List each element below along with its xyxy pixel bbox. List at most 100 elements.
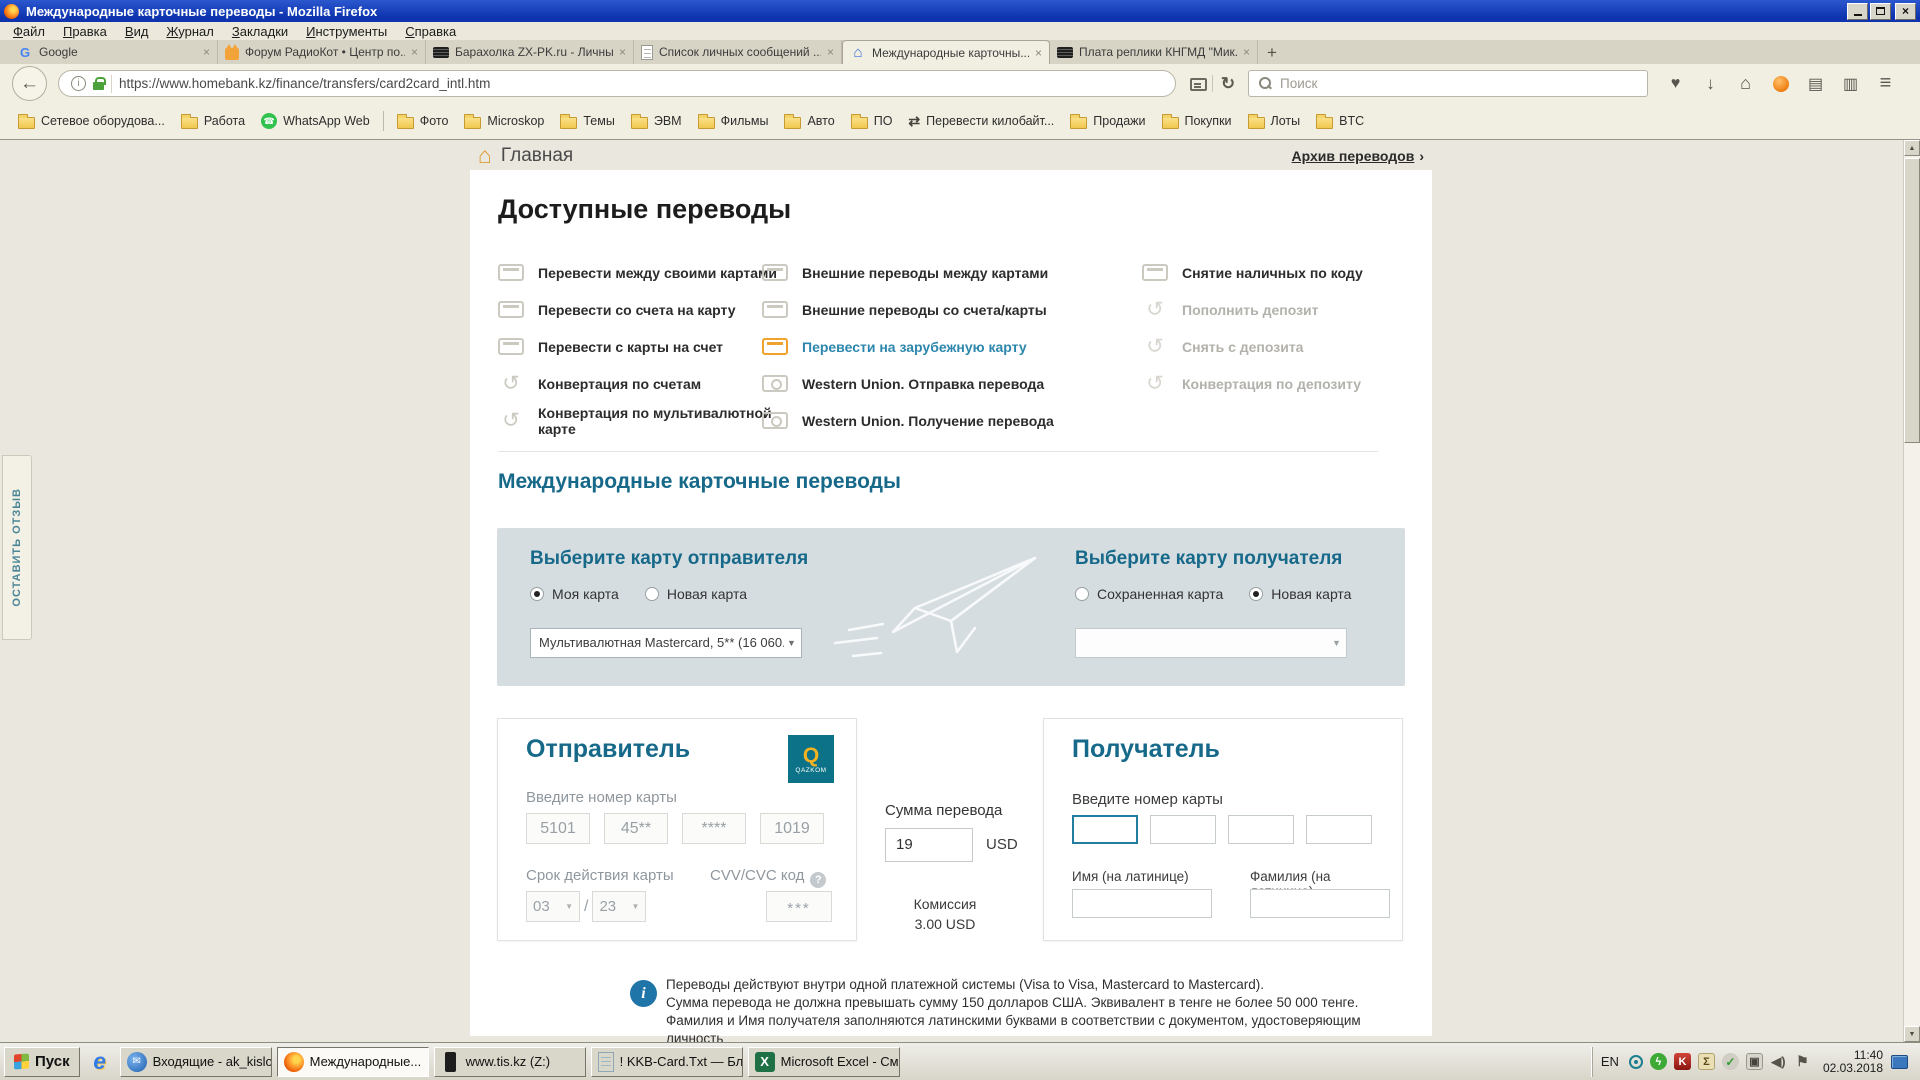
close-tab-icon[interactable]: ×: [1035, 46, 1042, 60]
transfer-link[interactable]: Внешние переводы между картами: [762, 254, 1132, 291]
transfer-link[interactable]: Перевести со счета на карту: [498, 291, 798, 328]
kaspersky-icon[interactable]: [1674, 1053, 1691, 1070]
page-info-icon[interactable]: [71, 76, 86, 91]
menu-item[interactable]: Правка: [54, 24, 116, 39]
new-tab-button[interactable]: +: [1258, 42, 1286, 64]
volume-icon[interactable]: [1770, 1053, 1787, 1070]
radio-button[interactable]: [530, 587, 544, 601]
back-button[interactable]: ←: [12, 66, 47, 101]
transfer-link[interactable]: Перевести с карты на счет: [498, 328, 798, 365]
breadcrumb[interactable]: Главная: [478, 142, 573, 169]
pocket-icon[interactable]: [1662, 70, 1689, 97]
sender-radio-option[interactable]: Новая карта: [645, 586, 747, 602]
bookmark-item[interactable]: Продажи: [1062, 112, 1153, 131]
transfer-link[interactable]: Снятие наличных по коду: [1142, 254, 1412, 291]
browser-tab[interactable]: Список личных сообщений ...×: [634, 40, 842, 64]
browser-tab[interactable]: Форум РадиоКот • Центр по...×: [218, 40, 426, 64]
address-bar[interactable]: https://www.homebank.kz/finance/transfer…: [58, 70, 1176, 97]
bookmark-item[interactable]: Фильмы: [690, 112, 777, 131]
bookmark-item[interactable]: Сетевое оборудова...: [10, 112, 173, 131]
minimize-button[interactable]: [1847, 3, 1868, 20]
taskbar-button[interactable]: Международные...: [277, 1047, 429, 1077]
bookmark-item[interactable]: BTC: [1308, 112, 1372, 131]
sigma-icon[interactable]: [1698, 1053, 1715, 1070]
menu-item[interactable]: Справка: [396, 24, 465, 39]
receiver-card-field-3[interactable]: [1228, 815, 1294, 844]
account-icon[interactable]: [1767, 70, 1794, 97]
close-tab-icon[interactable]: ×: [1243, 45, 1250, 59]
library-icon[interactable]: [1802, 70, 1829, 97]
transfer-link[interactable]: Конвертация по мультивалютной карте: [498, 402, 798, 439]
menu-icon[interactable]: [1872, 70, 1899, 97]
transfer-link[interactable]: Внешние переводы со счета/карты: [762, 291, 1132, 328]
browser-tab[interactable]: Барахолка ZX-PK.ru - Личны...×: [426, 40, 634, 64]
power-icon[interactable]: [1650, 1053, 1667, 1070]
reader-mode-button[interactable]: [1184, 71, 1212, 97]
transfer-link[interactable]: Western Union. Получение перевода: [762, 402, 1132, 439]
help-icon[interactable]: ?: [810, 872, 826, 888]
downloads-icon[interactable]: [1697, 70, 1724, 97]
transfer-link[interactable]: Перевести на зарубежную карту: [762, 328, 1132, 365]
scrollbar-thumb[interactable]: [1904, 158, 1920, 443]
taskbar-button[interactable]: ! KKB-Card.Txt — Бл...: [591, 1047, 743, 1077]
surname-input[interactable]: [1250, 889, 1390, 918]
receiver-card-field-1[interactable]: [1072, 815, 1138, 844]
bookmark-item[interactable]: Фото: [389, 112, 457, 131]
bookmark-item[interactable]: Темы: [552, 112, 622, 131]
menu-item[interactable]: Инструменты: [297, 24, 396, 39]
url-text[interactable]: https://www.homebank.kz/finance/transfer…: [119, 76, 490, 91]
menu-item[interactable]: Файл: [4, 24, 54, 39]
search-input[interactable]: Поиск: [1248, 70, 1648, 97]
sender-radio-option[interactable]: Моя карта: [530, 586, 619, 602]
bookmark-item[interactable]: Перевести килобайт...: [900, 111, 1062, 132]
reload-button[interactable]: [1214, 71, 1242, 97]
browser-tab[interactable]: Плата реплики КНГМД "Мик...×: [1050, 40, 1258, 64]
radio-button[interactable]: [645, 587, 659, 601]
receiver-radio-option[interactable]: Сохраненная карта: [1075, 586, 1223, 602]
close-tab-icon[interactable]: ×: [827, 45, 834, 59]
close-button[interactable]: ×: [1895, 3, 1916, 20]
vertical-scrollbar[interactable]: ▲ ▼: [1903, 140, 1920, 1042]
restore-button[interactable]: [1870, 3, 1891, 20]
taskbar-button[interactable]: Входящие - ak_kislo...: [120, 1047, 272, 1077]
close-tab-icon[interactable]: ×: [619, 45, 626, 59]
receiver-card-dropdown[interactable]: [1075, 628, 1347, 658]
bookmark-item[interactable]: Работа: [173, 112, 253, 131]
scroll-down-icon[interactable]: ▼: [1904, 1026, 1920, 1042]
menu-item[interactable]: Журнал: [157, 24, 222, 39]
transfer-link[interactable]: Western Union. Отправка перевода: [762, 365, 1132, 402]
archive-link[interactable]: Архив переводов›: [1254, 148, 1424, 164]
receiver-card-field-4[interactable]: [1306, 815, 1372, 844]
language-indicator[interactable]: EN: [1601, 1054, 1619, 1069]
sender-card-dropdown[interactable]: Мультивалютная Mastercard, 5** (16 060.5: [530, 628, 802, 658]
transfer-link[interactable]: Конвертация по счетам: [498, 365, 798, 402]
archive-link-label[interactable]: Архив переводов: [1292, 148, 1415, 164]
sidebar-icon[interactable]: [1837, 70, 1864, 97]
menu-item[interactable]: Вид: [116, 24, 158, 39]
transfer-link[interactable]: Перевести между своими картами: [498, 254, 798, 291]
internet-explorer-icon[interactable]: [85, 1047, 115, 1077]
close-tab-icon[interactable]: ×: [203, 45, 210, 59]
breadcrumb-label[interactable]: Главная: [501, 145, 573, 167]
wireless-icon[interactable]: [1629, 1055, 1643, 1069]
close-tab-icon[interactable]: ×: [411, 45, 418, 59]
scroll-up-icon[interactable]: ▲: [1904, 140, 1920, 156]
bookmark-item[interactable]: Авто: [776, 112, 842, 131]
network-icon[interactable]: [1746, 1053, 1763, 1070]
bookmark-item[interactable]: Microskop: [456, 112, 552, 131]
home-icon[interactable]: [1732, 70, 1759, 97]
show-desktop-icon[interactable]: [1891, 1055, 1908, 1069]
name-input[interactable]: [1072, 889, 1212, 918]
taskbar-button[interactable]: Microsoft Excel - Сме...: [748, 1047, 900, 1077]
menu-item[interactable]: Закладки: [223, 24, 297, 39]
bookmark-item[interactable]: Покупки: [1154, 112, 1240, 131]
radio-button[interactable]: [1075, 587, 1089, 601]
bookmark-item[interactable]: WhatsApp Web: [253, 111, 378, 131]
usb-icon[interactable]: [1722, 1053, 1739, 1070]
expiry-year-select[interactable]: 23▼: [592, 891, 646, 922]
radio-button[interactable]: [1249, 587, 1263, 601]
flag-icon[interactable]: [1794, 1053, 1811, 1070]
browser-tab[interactable]: Google×: [10, 40, 218, 64]
bookmark-item[interactable]: ЭВМ: [623, 112, 690, 131]
browser-tab[interactable]: Международные карточны...×: [842, 40, 1050, 64]
